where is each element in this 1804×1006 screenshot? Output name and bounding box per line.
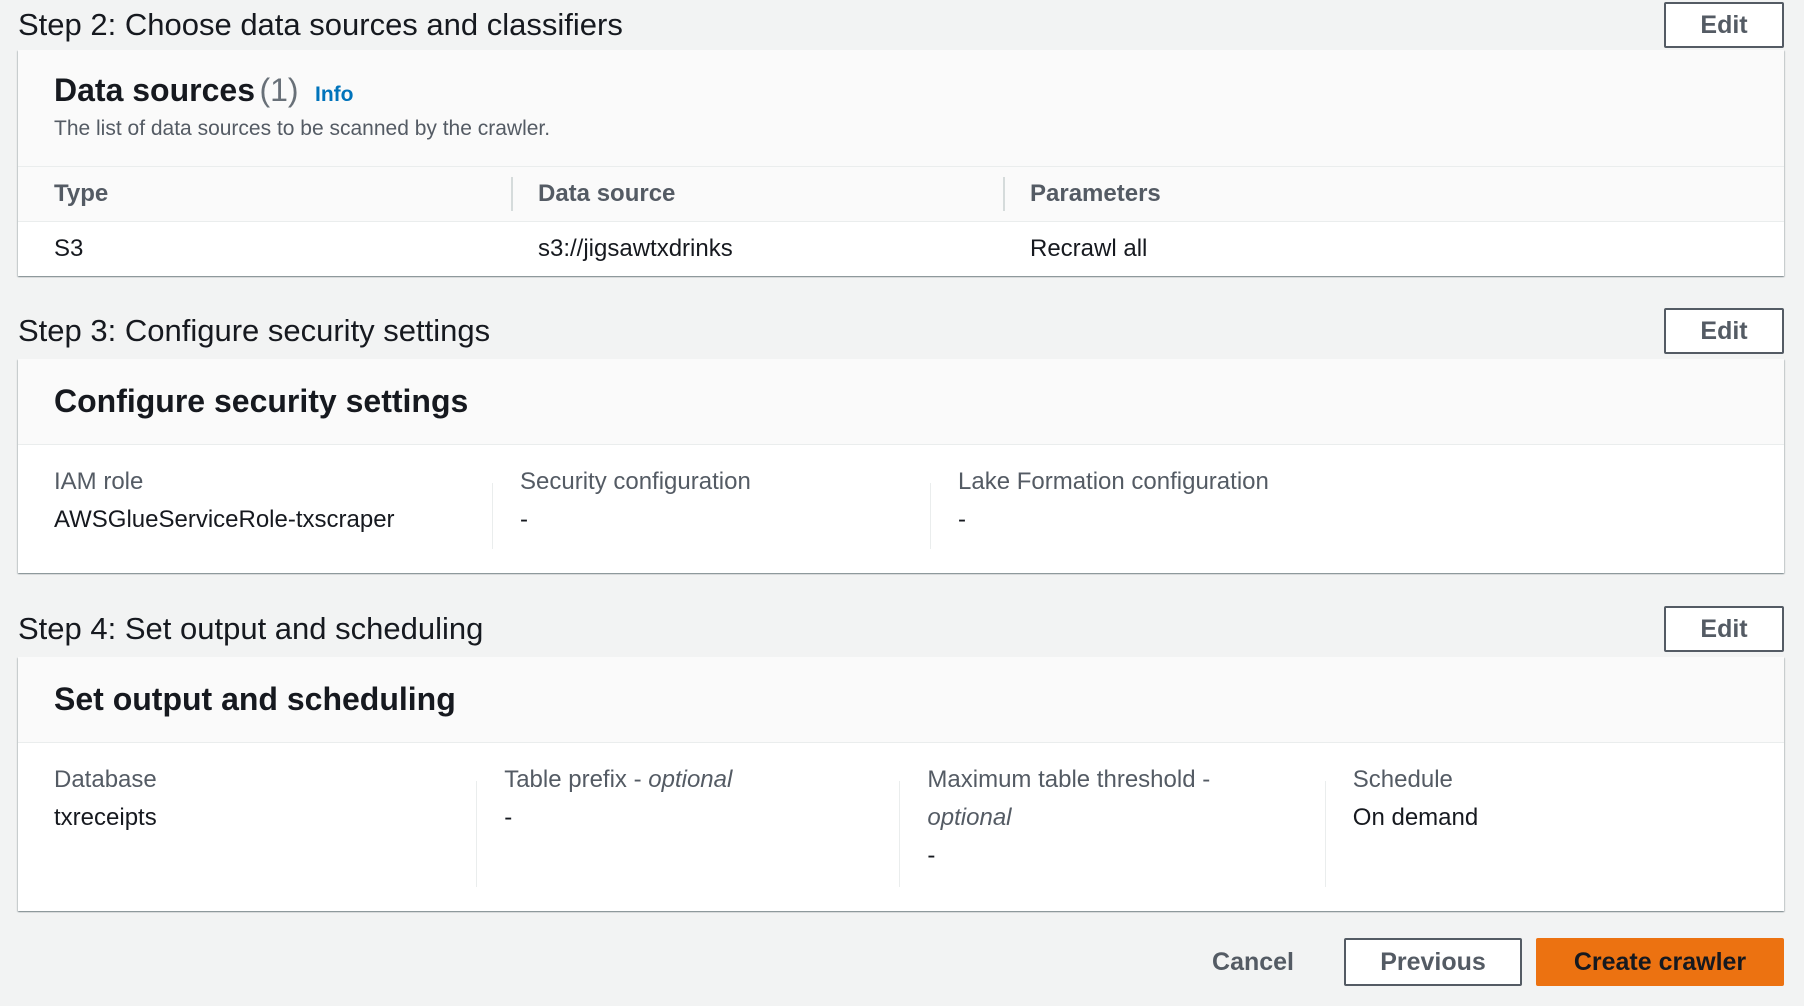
security-configuration-label: Security configuration bbox=[520, 468, 751, 495]
step-4-title: Step 4: Set output and scheduling bbox=[18, 611, 484, 646]
wizard-footer: Cancel Previous Create crawler bbox=[1212, 938, 1784, 986]
security-settings-title: Configure security settings bbox=[54, 383, 469, 419]
cell-type: S3 bbox=[54, 235, 84, 262]
output-scheduling-body: Database txreceipts Table prefix - optio… bbox=[18, 743, 1784, 911]
cell-parameters: Recrawl all bbox=[1030, 235, 1148, 262]
schedule-label: Schedule bbox=[1352, 766, 1453, 793]
step-4-header: Step 4: Set output and scheduling Edit bbox=[18, 601, 1784, 657]
step-4-section: Step 4: Set output and scheduling Edit S… bbox=[18, 601, 1784, 911]
schedule-field: Schedule On demand bbox=[1324, 761, 1748, 911]
security-settings-body: IAM role AWSGlueServiceRole-txscraper Se… bbox=[18, 445, 1784, 573]
cancel-button[interactable]: Cancel bbox=[1212, 948, 1294, 977]
database-field: Database txreceipts bbox=[54, 761, 476, 911]
previous-button[interactable]: Previous bbox=[1344, 938, 1522, 986]
table-prefix-label: Table prefix - optional bbox=[504, 761, 899, 799]
step-3-edit-button[interactable]: Edit bbox=[1664, 308, 1784, 354]
output-scheduling-title: Set output and scheduling bbox=[54, 681, 456, 717]
max-table-threshold-label: Maximum table threshold - optional bbox=[927, 761, 1264, 837]
step-2-edit-button[interactable]: Edit bbox=[1664, 2, 1784, 48]
output-scheduling-card: Set output and scheduling Database txrec… bbox=[18, 657, 1784, 911]
data-sources-description: The list of data sources to be scanned b… bbox=[54, 117, 551, 140]
database-value: txreceipts bbox=[54, 804, 157, 831]
step-3-section: Step 3: Configure security settings Edit… bbox=[18, 303, 1784, 573]
table-prefix-field: Table prefix - optional - bbox=[476, 761, 899, 911]
lake-formation-field: Lake Formation configuration - bbox=[930, 463, 1368, 573]
step-2-title: Step 2: Choose data sources and classifi… bbox=[18, 7, 623, 42]
lake-formation-label: Lake Formation configuration bbox=[958, 468, 1269, 495]
database-label: Database bbox=[54, 766, 157, 793]
table-row: S3 s3://jigsawtxdrinks Recrawl all bbox=[18, 222, 1784, 276]
table-prefix-label-text: Table prefix - bbox=[504, 766, 649, 793]
max-table-threshold-label-text: Maximum table threshold - bbox=[927, 766, 1211, 793]
table-prefix-value: - bbox=[504, 804, 513, 831]
security-configuration-field: Security configuration - bbox=[492, 463, 930, 573]
iam-role-label: IAM role bbox=[54, 468, 144, 495]
data-sources-card-header: Data sources (1) Info The list of data s… bbox=[18, 50, 1784, 166]
security-settings-card: Configure security settings IAM role AWS… bbox=[18, 359, 1784, 573]
data-sources-title: Data sources bbox=[54, 72, 255, 108]
lake-formation-value: - bbox=[958, 506, 966, 533]
max-table-threshold-value: - bbox=[927, 842, 936, 869]
security-settings-card-header: Configure security settings bbox=[18, 359, 1784, 445]
step-2-section: Step 2: Choose data sources and classifi… bbox=[18, 0, 1784, 276]
column-header-parameters[interactable]: Parameters bbox=[1003, 167, 1784, 221]
table-prefix-optional: optional bbox=[648, 766, 733, 793]
column-header-data-source[interactable]: Data source bbox=[511, 167, 1003, 221]
cell-data-source: s3://jigsawtxdrinks bbox=[538, 235, 733, 262]
column-header-type[interactable]: Type bbox=[18, 167, 511, 221]
max-table-threshold-field: Maximum table threshold - optional - bbox=[899, 761, 1324, 911]
iam-role-value: AWSGlueServiceRole-txscraper bbox=[54, 506, 395, 533]
step-4-edit-button[interactable]: Edit bbox=[1664, 606, 1784, 652]
create-crawler-button[interactable]: Create crawler bbox=[1536, 938, 1784, 986]
step-3-title: Step 3: Configure security settings bbox=[18, 313, 491, 348]
table-header: Type Data source Parameters bbox=[18, 166, 1784, 222]
step-3-header: Step 3: Configure security settings Edit bbox=[18, 303, 1784, 359]
info-link[interactable]: Info bbox=[315, 83, 353, 106]
data-sources-card: Data sources (1) Info The list of data s… bbox=[18, 50, 1784, 276]
security-configuration-value: - bbox=[520, 506, 528, 533]
max-table-threshold-optional: optional bbox=[927, 804, 1012, 831]
iam-role-field: IAM role AWSGlueServiceRole-txscraper bbox=[54, 463, 492, 573]
schedule-value: On demand bbox=[1352, 804, 1479, 831]
output-scheduling-card-header: Set output and scheduling bbox=[18, 657, 1784, 743]
step-2-header: Step 2: Choose data sources and classifi… bbox=[18, 0, 1784, 50]
data-sources-count: (1) bbox=[259, 72, 299, 108]
data-sources-heading: Data sources (1) Info bbox=[54, 72, 1748, 109]
